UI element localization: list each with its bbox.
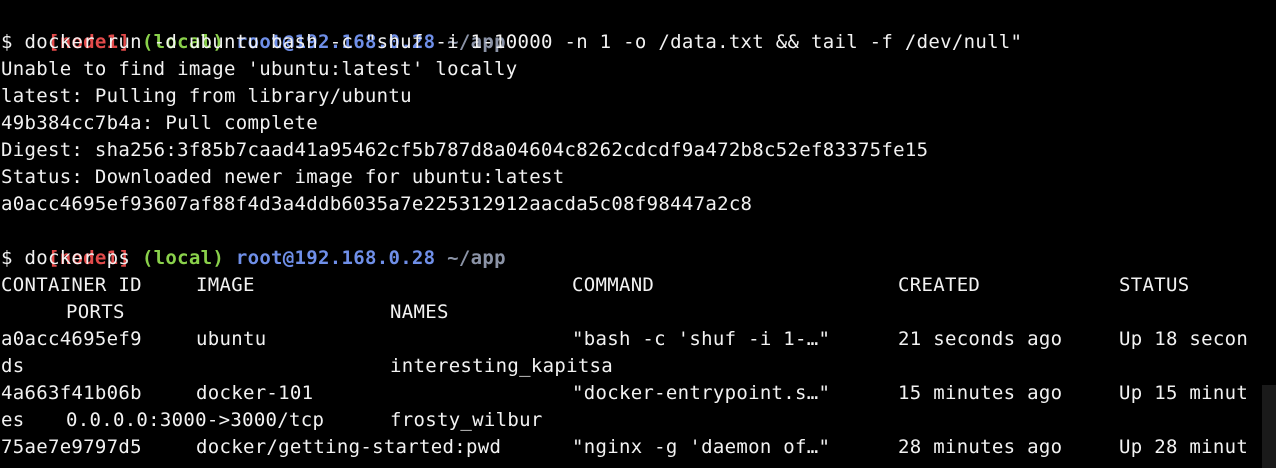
output-line: Digest: sha256:3f85b7caad41a95462cf5b787… bbox=[1, 139, 929, 161]
shell-prompt: [node1] (local) root@192.168.0.28 ~/app bbox=[1, 218, 506, 269]
command-line: $ docker ps bbox=[1, 247, 131, 269]
prompt-local: (local) bbox=[141, 247, 225, 269]
table-row: 75ae7e9797d5 docker/getting-started:pwd … bbox=[1, 434, 1275, 461]
cell-command: "nginx -g 'daemon of…" bbox=[572, 436, 831, 458]
table-row-wrap: ds interesting_kapitsa bbox=[1, 353, 1275, 380]
prompt-path: ~/app bbox=[447, 247, 506, 269]
output-line: Status: Downloaded newer image for ubunt… bbox=[1, 166, 565, 188]
cell-created: 15 minutes ago bbox=[898, 382, 1063, 404]
cell-created: 28 minutes ago bbox=[898, 436, 1063, 458]
cell-status-wrap: ds bbox=[1, 355, 25, 377]
table-header-wrap: PORTS NAMES bbox=[1, 299, 1275, 326]
scrollbar[interactable] bbox=[1262, 385, 1276, 468]
output-line: latest: Pulling from library/ubuntu bbox=[1, 85, 412, 107]
terminal-window[interactable]: [node1] (local) root@192.168.0.28 ~/app … bbox=[0, 0, 1276, 468]
table-row: 4a663f41b06b docker-101 "docker-entrypoi… bbox=[1, 380, 1275, 407]
command-line: $ docker run -d ubuntu bash -c "shuf -i … bbox=[1, 31, 1023, 53]
cell-image: docker-101 bbox=[196, 382, 314, 404]
header-created: CREATED bbox=[898, 274, 981, 296]
cell-status: Up 28 minut bbox=[1119, 436, 1249, 458]
cell-container-id: a0acc4695ef9 bbox=[1, 328, 142, 350]
header-status: STATUS bbox=[1119, 274, 1190, 296]
cell-status-wrap: es bbox=[1, 409, 25, 431]
cell-command: "bash -c 'shuf -i 1-…" bbox=[572, 328, 831, 350]
output-line: Unable to find image 'ubuntu:latest' loc… bbox=[1, 58, 518, 80]
header-names: NAMES bbox=[390, 301, 449, 323]
cell-names: interesting_kapitsa bbox=[390, 355, 614, 377]
table-header: CONTAINER ID IMAGE COMMAND CREATED STATU… bbox=[1, 272, 1275, 299]
cell-image: ubuntu bbox=[196, 328, 267, 350]
cell-status: Up 15 minut bbox=[1119, 382, 1249, 404]
prompt-host: root@192.168.0.28 bbox=[235, 247, 436, 269]
container-id-output: a0acc4695ef93607af88f4d3a4ddb6035a7e2253… bbox=[1, 193, 753, 215]
table-row: a0acc4695ef9 ubuntu "bash -c 'shuf -i 1-… bbox=[1, 326, 1275, 353]
cell-container-id: 75ae7e9797d5 bbox=[1, 436, 142, 458]
output-line: 49b384cc7b4a: Pull complete bbox=[1, 112, 318, 134]
shell-prompt: [node1] (local) root@192.168.0.28 ~/app bbox=[1, 2, 506, 53]
cell-ports: 0.0.0.0:3000->3000/tcp bbox=[66, 409, 325, 431]
cell-image: docker/getting-started:pwd bbox=[196, 436, 502, 458]
cell-command: "docker-entrypoint.s…" bbox=[572, 382, 831, 404]
cell-names: frosty_wilbur bbox=[390, 409, 543, 431]
header-container-id: CONTAINER ID bbox=[1, 274, 142, 296]
header-ports: PORTS bbox=[66, 301, 125, 323]
cell-status: Up 18 secon bbox=[1119, 328, 1249, 350]
header-image: IMAGE bbox=[196, 274, 255, 296]
header-command: COMMAND bbox=[572, 274, 655, 296]
table-row-wrap: es 0.0.0.0:3000->3000/tcp frosty_wilbur bbox=[1, 407, 1275, 434]
cell-created: 21 seconds ago bbox=[898, 328, 1063, 350]
cell-container-id: 4a663f41b06b bbox=[1, 382, 142, 404]
